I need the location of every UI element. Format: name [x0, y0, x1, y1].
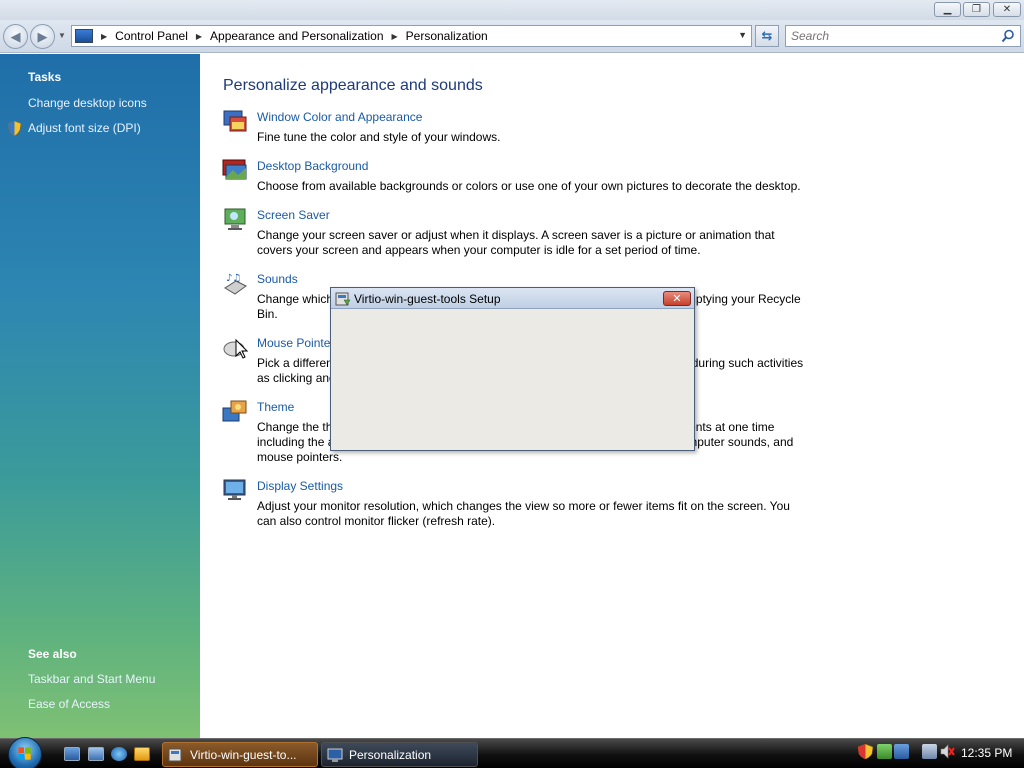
- maximize-button[interactable]: ❐: [963, 2, 990, 17]
- refresh-button[interactable]: ⇆: [755, 25, 779, 47]
- taskbar-item-personalization[interactable]: Personalization: [321, 742, 478, 767]
- ease-of-access-link[interactable]: Ease of Access: [28, 697, 110, 711]
- window-titlebar: ▁ ❐ ✕: [0, 0, 1024, 20]
- breadcrumb-appearance[interactable]: Appearance and Personalization: [210, 29, 383, 43]
- mouse-pointers-link[interactable]: Mouse Pointers: [257, 336, 340, 350]
- volume-muted-icon[interactable]: [940, 744, 955, 759]
- taskbar-start-menu-link[interactable]: Taskbar and Start Menu: [28, 672, 155, 686]
- sounds-icon: ♪♫: [224, 273, 247, 295]
- search-box[interactable]: [785, 25, 1021, 47]
- address-row: ◀ ▶ ▼ ▶ Control Panel ▶ Appearance and P…: [0, 20, 1024, 53]
- start-button[interactable]: [8, 737, 42, 768]
- theme-icon: [222, 400, 247, 422]
- control-panel-icon: [75, 29, 93, 43]
- display-settings-link[interactable]: Display Settings: [257, 479, 343, 493]
- adjust-font-size-link[interactable]: Adjust font size (DPI): [28, 121, 141, 135]
- refresh-icon: ⇆: [761, 28, 773, 43]
- address-bar[interactable]: ▶ Control Panel ▶ Appearance and Persona…: [71, 25, 752, 47]
- recent-pages-dropdown[interactable]: ▼: [58, 31, 66, 40]
- item-description: Fine tune the color and style of your wi…: [257, 130, 501, 144]
- item-description: Adjust your monitor resolution, which ch…: [257, 499, 790, 528]
- desktop-background-icon: [222, 159, 247, 180]
- breadcrumb-separator-icon[interactable]: ▶: [392, 32, 398, 41]
- switch-windows-icon[interactable]: [88, 747, 104, 761]
- security-shield-icon[interactable]: [858, 744, 873, 759]
- display-settings-icon: [223, 479, 246, 500]
- forward-button[interactable]: ▶: [30, 24, 55, 49]
- dialog-title: Virtio-win-guest-tools Setup: [354, 292, 501, 306]
- close-button[interactable]: ✕: [993, 2, 1021, 17]
- item-description: Change your screen saver or adjust when …: [257, 228, 775, 257]
- setup-dialog[interactable]: Virtio-win-guest-tools Setup ✕: [330, 287, 695, 451]
- installer-icon: [168, 748, 182, 761]
- display-settings-icon: [327, 748, 343, 762]
- search-input[interactable]: [786, 26, 986, 46]
- back-arrow-icon: ◀: [10, 28, 21, 44]
- breadcrumb-personalization[interactable]: Personalization: [406, 29, 488, 43]
- shield-icon: [8, 121, 21, 136]
- change-desktop-icons-link[interactable]: Change desktop icons: [28, 96, 147, 110]
- windows-logo-icon: [18, 747, 31, 760]
- desktop-background-link[interactable]: Desktop Background: [257, 159, 368, 173]
- show-desktop-icon[interactable]: [64, 747, 80, 761]
- sounds-link[interactable]: Sounds: [257, 272, 298, 286]
- media-player-icon[interactable]: [134, 747, 150, 761]
- svg-text:♪♫: ♪♫: [226, 273, 241, 284]
- breadcrumb-separator-icon[interactable]: ▶: [101, 32, 107, 41]
- theme-link[interactable]: Theme: [257, 400, 294, 414]
- task-pane: Tasks Change desktop icons Adjust font s…: [0, 54, 200, 738]
- window-color-link[interactable]: Window Color and Appearance: [257, 110, 422, 124]
- system-clock[interactable]: 12:35 PM: [961, 746, 1012, 760]
- item-description: Choose from available backgrounds or col…: [257, 179, 801, 193]
- screen-saver-icon: [224, 208, 246, 230]
- breadcrumb-separator-icon[interactable]: ▶: [196, 32, 202, 41]
- back-button[interactable]: ◀: [3, 24, 28, 49]
- taskbar-item-label: Virtio-win-guest-to...: [190, 747, 297, 762]
- see-also-heading: See also: [28, 647, 77, 661]
- internet-explorer-icon[interactable]: [111, 747, 127, 761]
- breadcrumb-control-panel[interactable]: Control Panel: [115, 29, 188, 43]
- minimize-button[interactable]: ▁: [934, 2, 961, 17]
- installer-icon: [335, 292, 351, 306]
- address-dropdown-icon[interactable]: ▼: [738, 30, 747, 40]
- dialog-titlebar[interactable]: Virtio-win-guest-tools Setup ✕: [331, 288, 694, 309]
- dialog-close-button[interactable]: ✕: [663, 291, 691, 306]
- network-status-icon[interactable]: [894, 744, 909, 759]
- forward-arrow-icon: ▶: [37, 28, 48, 44]
- network-icon[interactable]: [922, 744, 937, 759]
- taskbar-item-label: Personalization: [349, 747, 432, 762]
- mouse-pointer-icon: [223, 338, 248, 359]
- window-color-icon: [223, 110, 247, 132]
- taskbar-item-setup[interactable]: Virtio-win-guest-to...: [162, 742, 318, 767]
- screen-saver-link[interactable]: Screen Saver: [257, 208, 330, 222]
- updates-icon[interactable]: [877, 744, 892, 759]
- page-title: Personalize appearance and sounds: [223, 77, 483, 94]
- tasks-heading: Tasks: [28, 70, 62, 84]
- search-icon[interactable]: [1001, 29, 1015, 43]
